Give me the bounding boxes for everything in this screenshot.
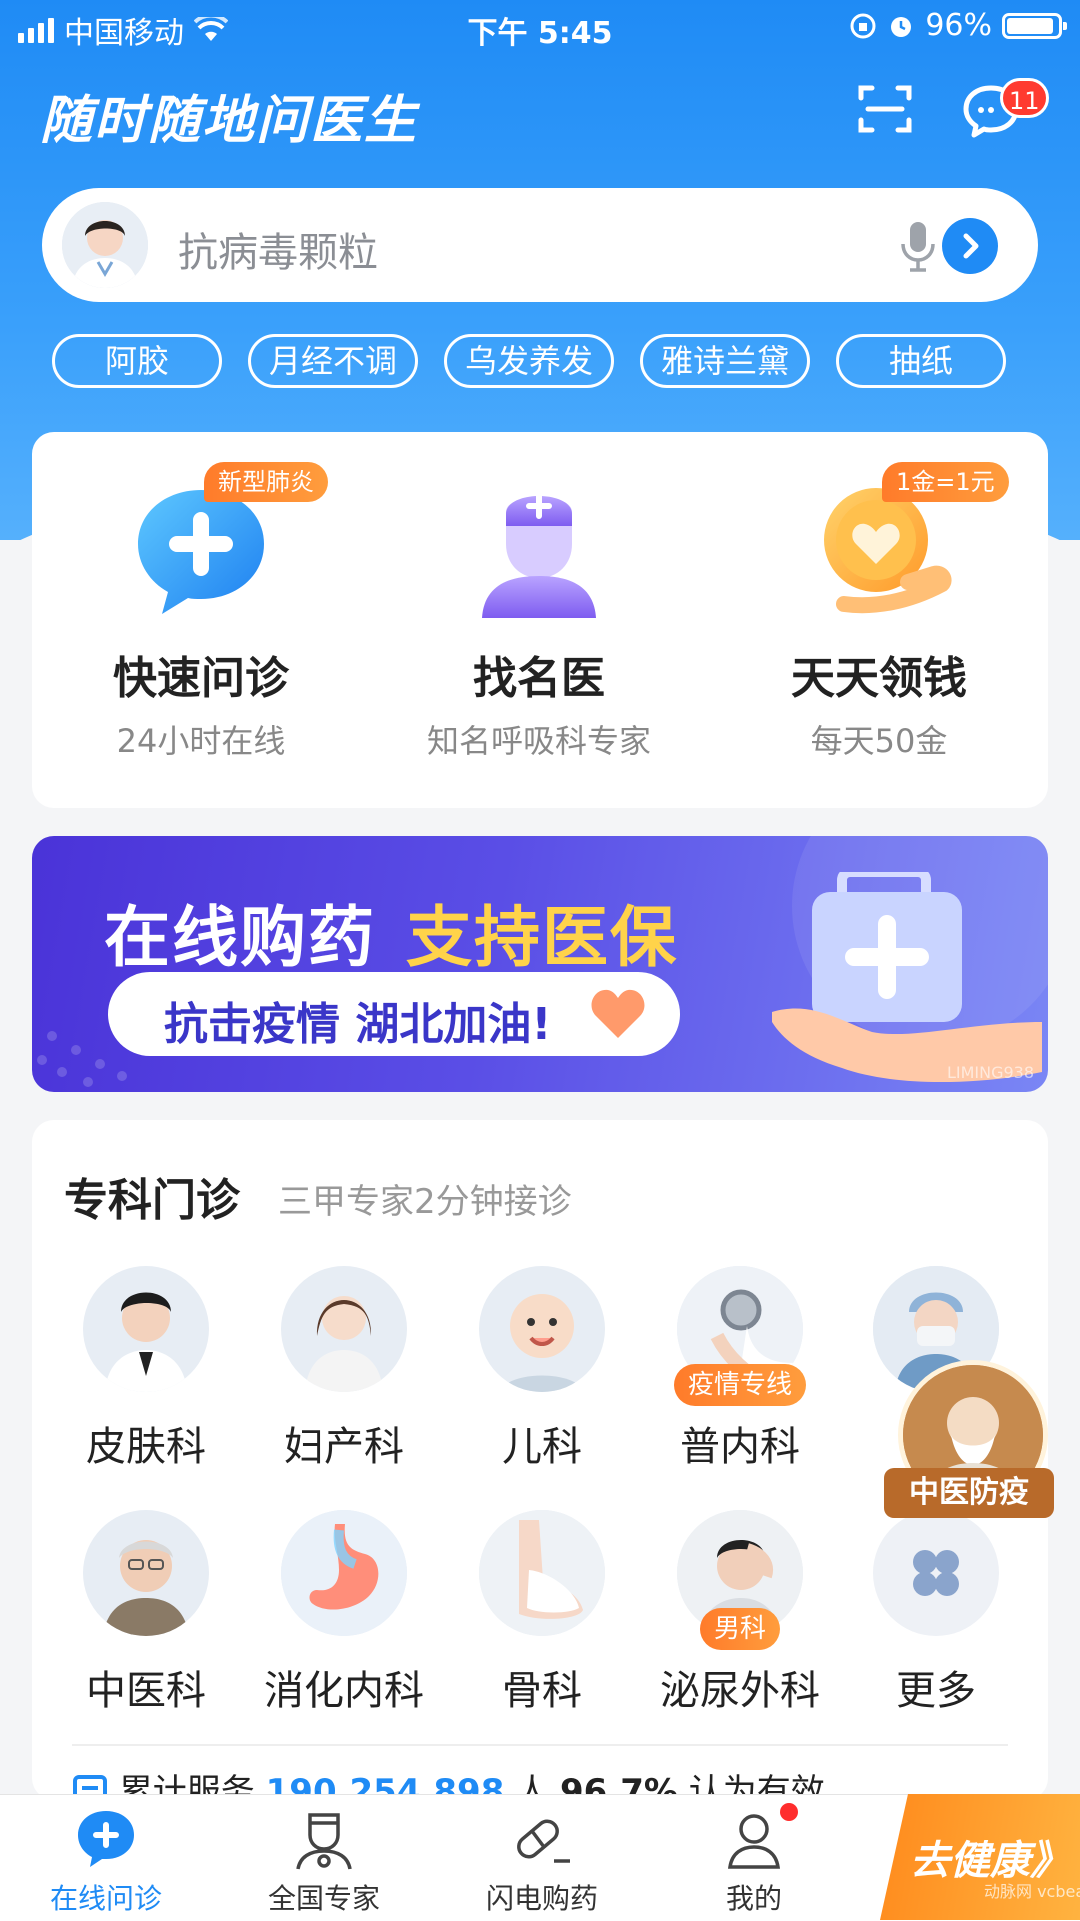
section-subtitle: 三甲专家2分钟接诊 [278, 1182, 572, 1222]
department-photo [479, 1510, 605, 1636]
department-label: 儿科 [502, 1424, 582, 1470]
department-pediatrics[interactable]: 儿科 [444, 1266, 640, 1472]
department-label: 骨科 [502, 1668, 582, 1714]
department-label: 消化内科 [264, 1668, 424, 1714]
tcm-floating-button[interactable]: 中医防疫 [884, 1360, 1080, 1520]
department-tcm[interactable]: 中医科 [48, 1510, 244, 1716]
department-label: 中医科 [86, 1668, 206, 1714]
app-title: 随时随地问医生 [40, 91, 419, 151]
department-orthopedics[interactable]: 骨科 [444, 1510, 640, 1716]
tab-fast-pharmacy[interactable]: 闪电购药 [442, 1807, 642, 1917]
corner-watermark: 动脉网 vcbeat.net [984, 1882, 1080, 1901]
scan-icon[interactable] [858, 84, 912, 134]
department-photo [281, 1510, 407, 1636]
department-label: 普内科 [680, 1424, 800, 1470]
hot-search-tags: 阿胶 月经不调 乌发养发 雅诗兰黛 抽纸 [52, 334, 1006, 388]
tab-me[interactable]: 我的 [654, 1803, 854, 1917]
unread-dot [780, 1803, 798, 1821]
department-photo [281, 1266, 407, 1392]
tab-national-experts[interactable]: 全国专家 [224, 1807, 424, 1917]
doctor-icon [482, 493, 596, 618]
promo-banner[interactable]: 在线购药 支持医保 抗击疫情 湖北加油! LIMING938 [32, 836, 1048, 1092]
department-more[interactable]: 更多 [838, 1510, 1034, 1716]
pill-icon [517, 1819, 570, 1863]
banner-watermark: LIMING938 [946, 1063, 1034, 1082]
quick-service-title: 天天领钱 [791, 653, 967, 704]
tab-label: 在线问诊 [49, 1882, 162, 1915]
search-bar[interactable]: 抗病毒颗粒 [42, 188, 1038, 302]
department-tag: 疫情专线 [673, 1364, 807, 1406]
status-bar: 中国移动 下午 5:45 96% [0, 0, 1080, 56]
quick-services-card: 新型肺炎 快速问诊 24小时在线 找名医 知名呼吸科专家 1金=1元 天天领钱 … [32, 432, 1048, 808]
banner-slogan: 抗击疫情 湖北加油! [164, 999, 552, 1050]
department-gastroenterology[interactable]: 消化内科 [246, 1510, 442, 1716]
section-divider [72, 1744, 1008, 1746]
department-tag: 男科 [699, 1608, 781, 1650]
banner-headline-highlight: 支持医保 [406, 899, 678, 976]
department-dermatology[interactable]: 皮肤科 [48, 1266, 244, 1472]
medicine-box-icon [772, 872, 1042, 1083]
microphone-icon[interactable] [898, 218, 938, 274]
quick-service-subtitle: 知名呼吸科专家 [426, 722, 651, 760]
quick-service-title: 快速问诊 [113, 653, 289, 704]
hot-tag[interactable]: 雅诗兰黛 [640, 334, 810, 388]
doctor-icon [296, 1813, 352, 1870]
chevron-right-icon [963, 233, 979, 259]
hot-tag[interactable]: 月经不调 [248, 334, 418, 388]
department-label: 泌尿外科 [660, 1668, 820, 1714]
department-label: 妇产科 [284, 1424, 404, 1470]
quick-service-tag: 新型肺炎 [204, 462, 328, 502]
quick-service-subtitle: 每天50金 [810, 722, 948, 760]
battery-percent: 96% [925, 8, 992, 43]
notification-badge: 11 [1000, 78, 1049, 118]
department-photo [83, 1510, 209, 1636]
chat-plus-icon [78, 1811, 134, 1867]
search-input[interactable]: 抗病毒颗粒 [178, 220, 378, 278]
banner-headline: 在线购药 支持医保 [104, 899, 678, 976]
alarm-icon [891, 16, 912, 37]
department-urology[interactable]: 男科 泌尿外科 [642, 1510, 838, 1716]
quick-consult-item[interactable]: 新型肺炎 快速问诊 24小时在线 [32, 462, 370, 762]
banner-slogan-pill: 抗击疫情 湖北加油! [108, 972, 680, 1056]
search-submit-button[interactable] [942, 218, 998, 274]
quick-service-title: 找名医 [473, 653, 605, 704]
department-label: 皮肤科 [86, 1424, 206, 1470]
department-label: 更多 [896, 1668, 976, 1714]
section-title: 专科门诊 [64, 1175, 240, 1226]
quick-service-subtitle: 24小时在线 [116, 722, 286, 760]
quick-service-tag: 1金=1元 [882, 462, 1009, 502]
tab-label: 闪电购药 [485, 1882, 598, 1915]
tab-label: 我的 [725, 1882, 782, 1915]
department-photo [83, 1266, 209, 1392]
grid-icon [913, 1550, 959, 1596]
doctor-avatar[interactable] [62, 202, 148, 288]
find-doctor-item[interactable]: 找名医 知名呼吸科专家 [370, 472, 708, 762]
tcm-floating-label: 中医防疫 [884, 1468, 1054, 1518]
orientation-lock-icon [850, 13, 876, 38]
department-internal-medicine[interactable]: 疫情专线 普内科 [642, 1266, 838, 1472]
heart-icon [591, 989, 645, 1038]
go-health-button[interactable]: 去健康》 动脉网 vcbeat.net [880, 1794, 1080, 1920]
department-photo [873, 1510, 999, 1636]
tab-online-consult[interactable]: 在线问诊 [6, 1807, 206, 1917]
user-icon [727, 1814, 781, 1869]
hot-tag[interactable]: 抽纸 [836, 334, 1006, 388]
department-photo [479, 1266, 605, 1392]
hot-tag[interactable]: 阿胶 [52, 334, 222, 388]
department-obstetrics[interactable]: 妇产科 [246, 1266, 442, 1472]
battery-icon [1002, 12, 1067, 39]
daily-reward-item[interactable]: 1金=1元 天天领钱 每天50金 [710, 462, 1048, 762]
tab-label: 全国专家 [267, 1882, 380, 1915]
hot-tag[interactable]: 乌发养发 [444, 334, 614, 388]
